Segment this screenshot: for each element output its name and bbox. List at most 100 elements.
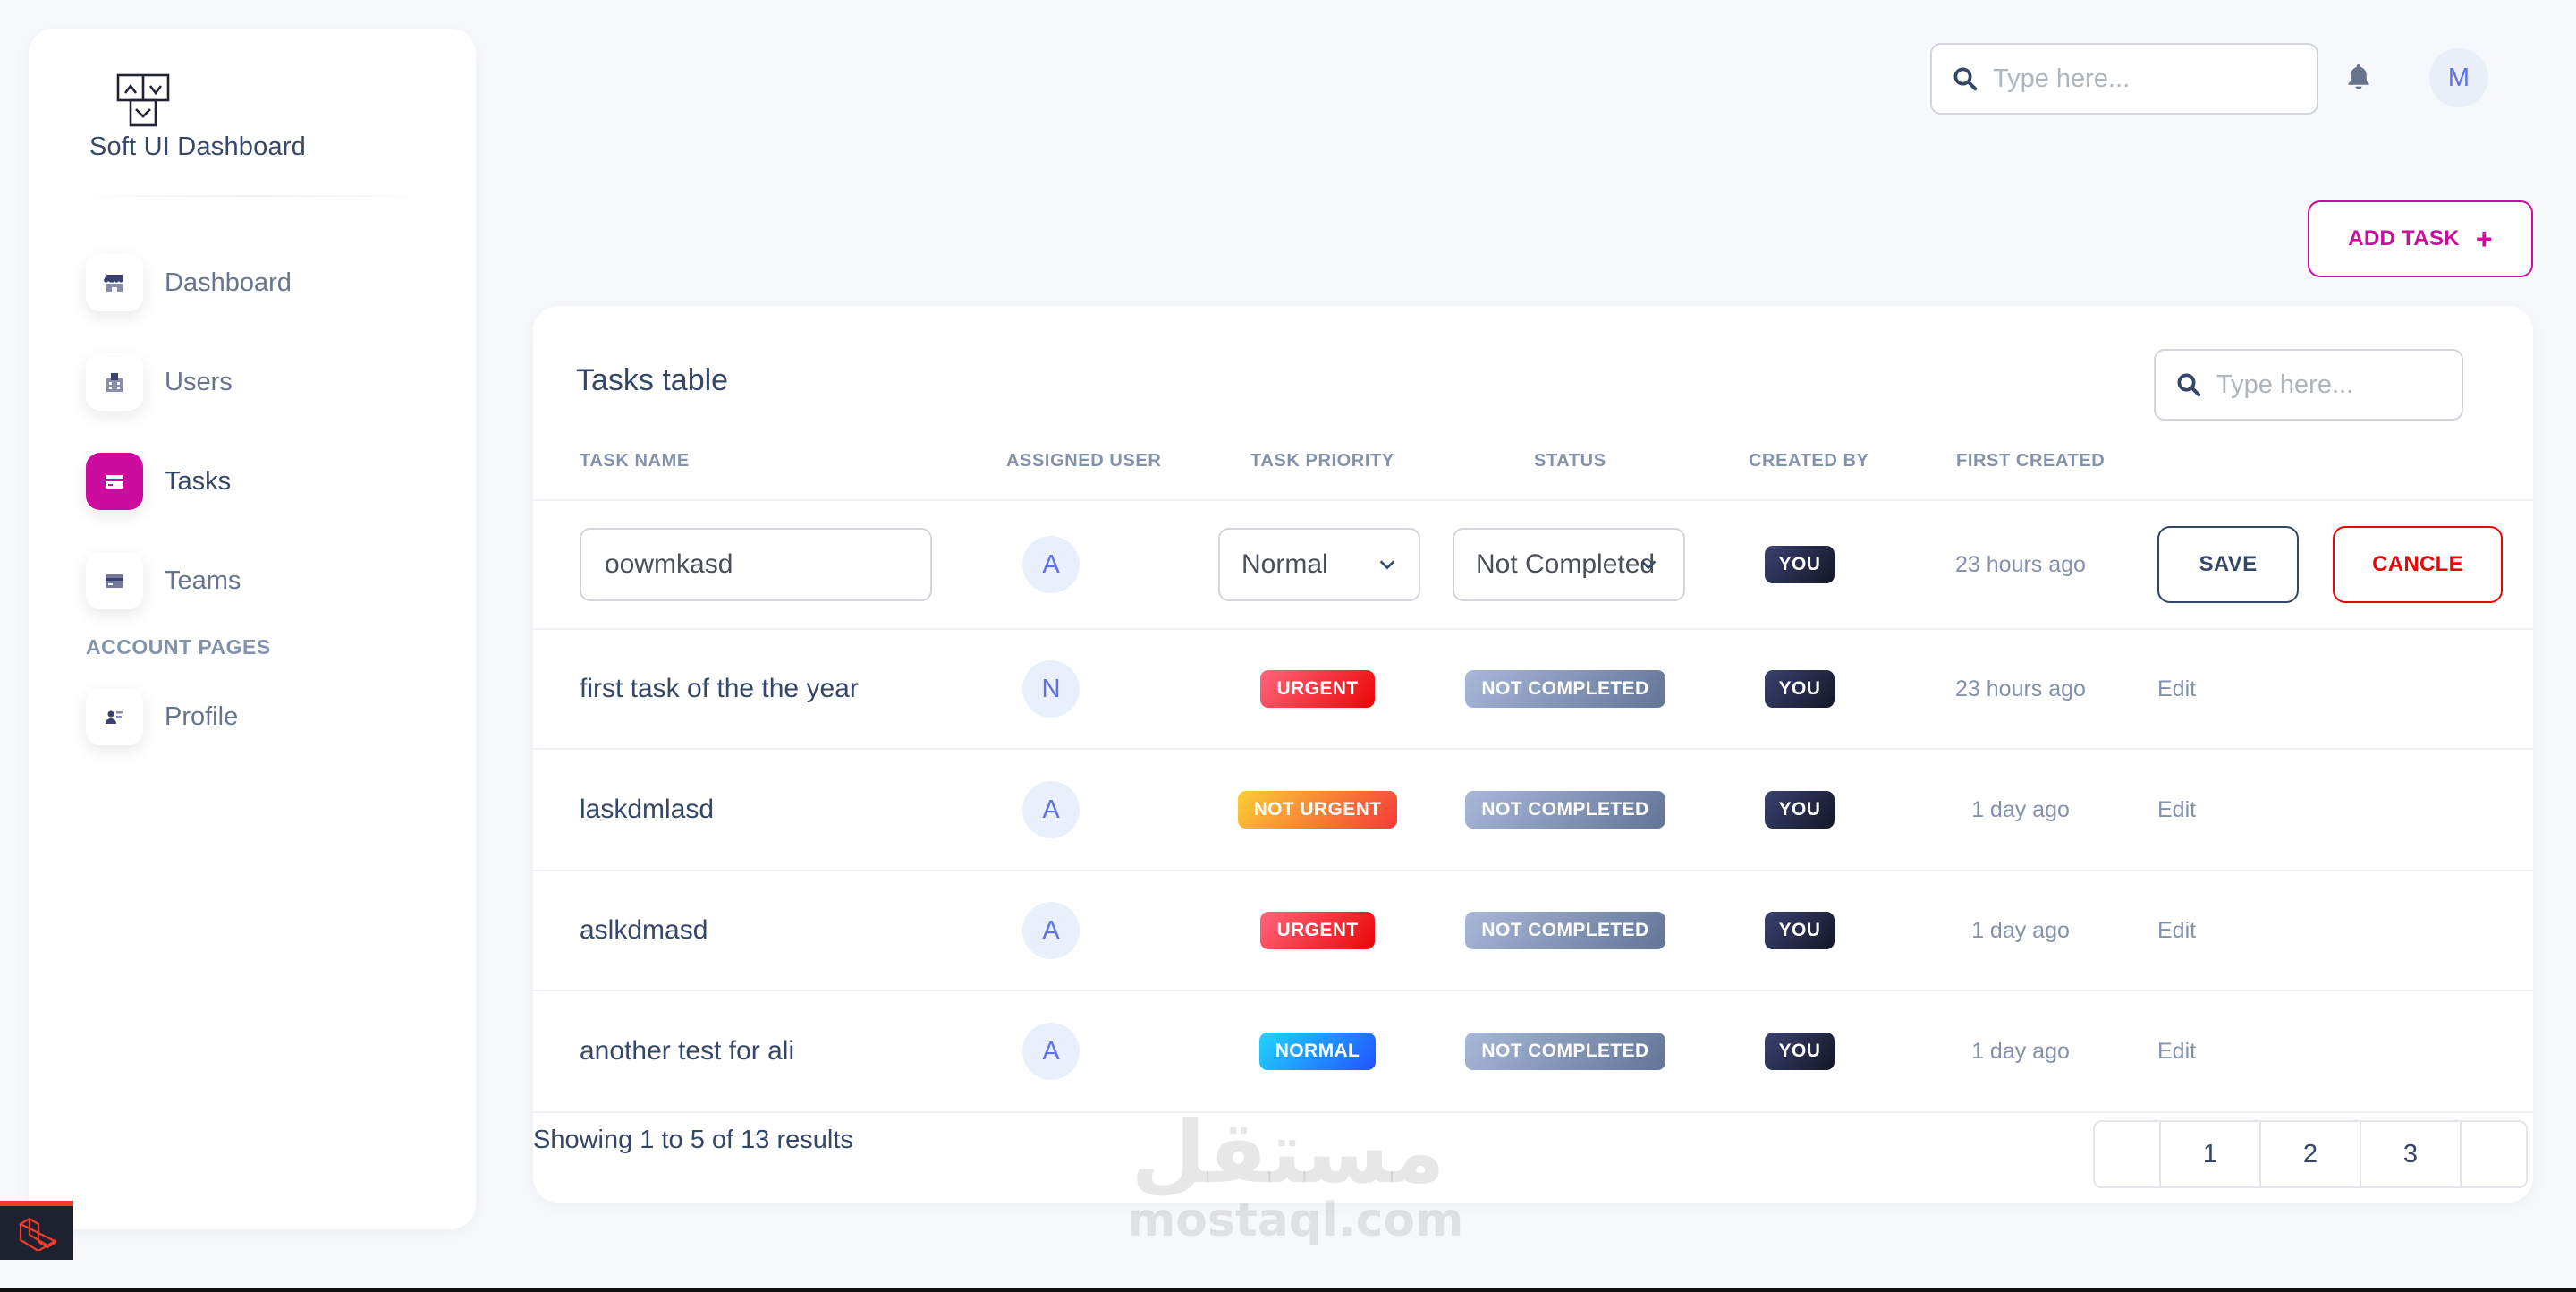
pagination-page-2[interactable]: 2 [2259, 1120, 2361, 1188]
sidebar-item-tasks[interactable]: Tasks [86, 449, 462, 514]
edit-link[interactable]: Edit [2157, 676, 2196, 702]
first-created-cell: 23 hours ago [1911, 501, 2131, 628]
sidebar-item-label: Teams [165, 565, 242, 595]
top-search[interactable] [1930, 43, 2318, 115]
table-row: another test for ali A NORMAL NOT COMPLE… [533, 991, 2533, 1113]
status-badge: NOT COMPLETED [1465, 670, 1665, 708]
edit-link[interactable]: Edit [2157, 797, 2196, 823]
created-by-badge: YOU [1764, 791, 1835, 829]
column-header: STATUS [1534, 451, 1606, 471]
avatar[interactable]: M [2429, 48, 2488, 107]
sidebar-item-teams[interactable]: Teams [86, 548, 462, 613]
save-button[interactable]: SAVE [2157, 526, 2299, 603]
account-pages-heading: ACCOUNT PAGES [86, 635, 271, 659]
sidebar-item-label: Users [165, 367, 233, 396]
status-cell: Not Completed [1453, 501, 1685, 628]
avatar: A [1022, 902, 1080, 959]
table-row: aslkdmasd A URGENT NOT COMPLETED YOU 1 d… [533, 871, 2533, 991]
task-name: laskdmlasd [580, 795, 715, 824]
tasks-card: Tasks table TASK NAME ASSIGNED USER TASK… [533, 306, 2533, 1203]
created-by-badge: YOU [1764, 1033, 1835, 1070]
bell-icon[interactable] [2343, 61, 2374, 93]
pagination-page-3[interactable]: 3 [2360, 1120, 2462, 1188]
priority-select-value: Normal [1241, 549, 1328, 579]
table-row: first task of the the year N URGENT NOT … [533, 630, 2533, 750]
avatar: A [1022, 536, 1080, 593]
first-created-time: 23 hours ago [1955, 676, 2086, 701]
cancel-button[interactable]: CANCLE [2333, 526, 2503, 603]
column-header: ASSIGNED USER [1006, 451, 1162, 471]
edit-link[interactable]: Edit [2157, 1039, 2196, 1065]
chevron-down-icon [1640, 560, 1657, 570]
avatar: A [1022, 781, 1080, 838]
sidebar-item-label: Dashboard [165, 268, 292, 297]
column-header: TASK PRIORITY [1250, 451, 1394, 471]
pagination-previous[interactable] [2093, 1120, 2161, 1188]
assigned-user-cell: A [987, 501, 1114, 628]
task-name: aslkdmasd [580, 915, 708, 945]
status-select-value: Not Completed [1476, 549, 1656, 579]
user-card-icon [86, 688, 143, 745]
search-icon [2177, 373, 2201, 397]
first-created-time: 1 day ago [1971, 796, 2070, 822]
table-row-editing: A Normal Not Completed YOU 23 hours ago … [533, 501, 2533, 630]
created-by-badge: YOU [1764, 912, 1835, 949]
priority-badge: NORMAL [1258, 1033, 1377, 1070]
sidebar-item-users[interactable]: Users [86, 350, 462, 414]
shop-icon [86, 254, 143, 311]
table-search-input[interactable] [2216, 370, 2449, 400]
layout-icon [116, 73, 170, 127]
table-search[interactable] [2154, 349, 2463, 421]
task-name-input[interactable] [580, 528, 932, 601]
table-header: TASK NAME ASSIGNED USER TASK PRIORITY ST… [533, 451, 2533, 501]
created-by-badge: YOU [1764, 546, 1835, 583]
brand-name: Soft UI Dashboard [89, 132, 306, 161]
created-by-cell: YOU [1701, 501, 1898, 628]
brand[interactable]: Soft UI Dashboard [89, 73, 411, 162]
task-name: first task of the the year [580, 674, 859, 703]
first-created-time: 1 day ago [1971, 917, 2070, 943]
pagination-next[interactable] [2460, 1120, 2528, 1188]
column-header: FIRST CREATED [1956, 451, 2106, 471]
avatar: N [1022, 660, 1080, 718]
avatar: A [1022, 1023, 1080, 1080]
column-header: TASK NAME [580, 451, 690, 471]
cancel-cell: CANCLE [2333, 501, 2503, 628]
results-summary: Showing 1 to 5 of 13 results [533, 1126, 853, 1154]
window-bottom-border [0, 1288, 2576, 1292]
priority-select[interactable]: Normal [1218, 528, 1420, 601]
laravel-logo-icon[interactable] [0, 1201, 73, 1260]
created-by-badge: YOU [1764, 670, 1835, 708]
search-icon [1953, 67, 1978, 91]
add-task-button[interactable]: ADD TASK + [2308, 200, 2533, 277]
sidebar-item-label: Profile [165, 701, 239, 731]
sidebar-item-dashboard[interactable]: Dashboard [86, 251, 462, 315]
task-name: another test for ali [580, 1036, 795, 1066]
pagination: 1 2 3 [2093, 1120, 2528, 1188]
credit-card-icon [86, 552, 143, 609]
status-badge: NOT COMPLETED [1465, 912, 1665, 949]
status-select[interactable]: Not Completed [1453, 528, 1685, 601]
priority-badge: URGENT [1260, 670, 1375, 708]
edit-link[interactable]: Edit [2157, 918, 2196, 944]
table-row: laskdmlasd A NOT URGENT NOT COMPLETED YO… [533, 750, 2533, 871]
sidebar-item-profile[interactable]: Profile [86, 684, 462, 749]
chevron-down-icon [1379, 560, 1395, 570]
column-header: CREATED BY [1749, 451, 1869, 471]
watermark-latin: mostaql.com [1127, 1194, 1464, 1247]
first-created-time: 23 hours ago [1955, 551, 2086, 577]
save-cell: SAVE [2157, 501, 2299, 628]
priority-badge: URGENT [1260, 912, 1375, 949]
first-created-time: 1 day ago [1971, 1038, 2070, 1064]
sidebar-nav: Dashboard Users Tasks Teams ACCOUNT PAGE… [86, 251, 462, 784]
credit-card-icon [86, 453, 143, 510]
priority-cell: Normal [1218, 501, 1420, 628]
office-icon [86, 353, 143, 411]
priority-badge: NOT URGENT [1237, 791, 1398, 829]
add-task-label: ADD TASK [2348, 226, 2460, 251]
sidebar: Soft UI Dashboard Dashboard Users Tasks [29, 29, 476, 1229]
watermark: مستقل mostaql.com [1127, 1109, 1464, 1247]
status-badge: NOT COMPLETED [1465, 791, 1665, 829]
pagination-page-1[interactable]: 1 [2159, 1120, 2261, 1188]
top-search-input[interactable] [1993, 64, 2297, 94]
